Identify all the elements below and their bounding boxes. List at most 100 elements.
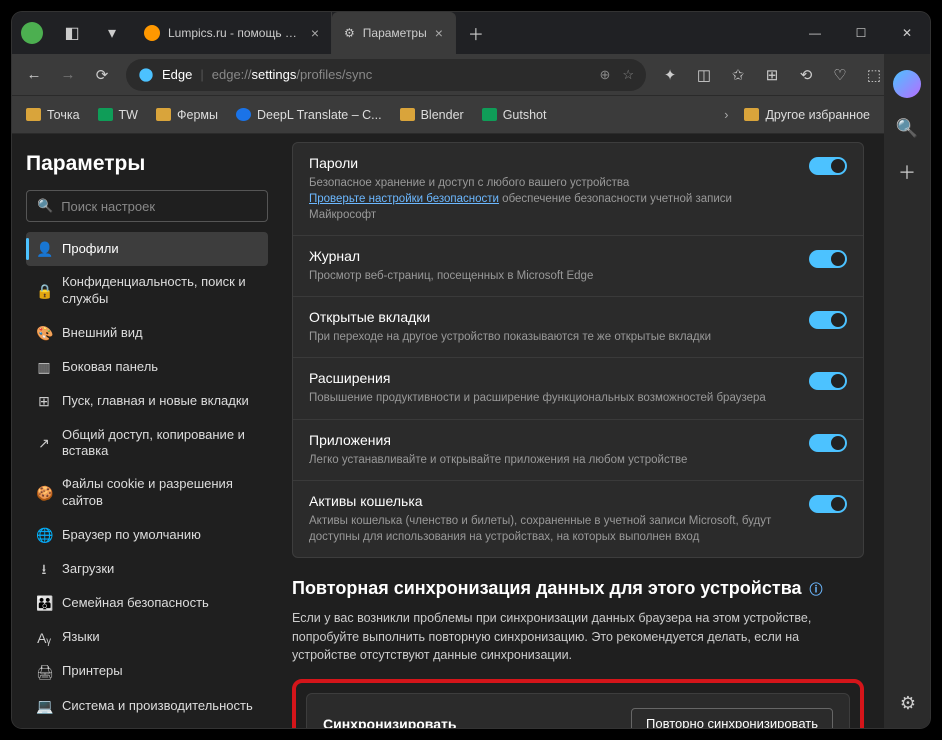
sidebar-item[interactable]: ⭳Загрузки (26, 552, 268, 586)
tab-title: Параметры (363, 26, 427, 40)
copilot-icon[interactable] (893, 70, 921, 98)
collections-icon[interactable]: ⊞ (762, 66, 782, 84)
gear-icon: ⚙ (344, 26, 355, 40)
search-icon[interactable]: ⊕ (599, 67, 610, 83)
sidebar-icon: 🌐 (36, 526, 52, 544)
sidebar-icon: 👪 (36, 594, 52, 612)
bookmark-item[interactable]: DeepL Translate – C... (236, 108, 382, 122)
sidebar-icon: 🎨 (36, 324, 52, 342)
search-icon: 🔍 (37, 198, 53, 214)
split-icon[interactable]: ◫ (694, 66, 714, 84)
sync-title: Расширения (309, 370, 797, 386)
sidebar-item[interactable]: ⊞Пуск, главная и новые вкладки (26, 384, 268, 418)
rewards-icon[interactable]: ♡ (830, 66, 850, 84)
extensions-icon[interactable]: ✦ (660, 66, 680, 84)
sidebar-icon: ⊞ (36, 392, 52, 410)
sidebar-icon: 🍪 (36, 484, 52, 502)
maximize-button[interactable]: ☐ (838, 12, 884, 54)
bookmark-item[interactable]: Точка (26, 108, 80, 122)
sidebar-item[interactable]: ▥Боковая панель (26, 350, 268, 384)
other-bookmarks[interactable]: Другое избранное (744, 108, 870, 122)
sync-desc: Просмотр веб-страниц, посещенных в Micro… (309, 268, 797, 284)
tab-settings[interactable]: ⚙ Параметры × (332, 12, 456, 54)
toggle-switch[interactable] (809, 495, 847, 513)
sidebar-icon: ⭳ (36, 560, 52, 578)
sync-row: Расширения Повышение продуктивности и рас… (293, 358, 863, 419)
toggle-switch[interactable] (809, 311, 847, 329)
toggle-switch[interactable] (809, 372, 847, 390)
sidebar-icon: 💻 (36, 697, 52, 715)
tab-actions-icon[interactable]: ▾ (92, 12, 132, 54)
resync-heading: Повторная синхронизация данных для этого… (292, 578, 864, 599)
sync-title: Приложения (309, 432, 797, 448)
brand-label: Edge (162, 67, 192, 82)
toggle-switch[interactable] (809, 250, 847, 268)
refresh-button[interactable]: ⟳ (92, 66, 112, 84)
sync-options: ПаролиБезопасное хранение и доступ с люб… (292, 142, 864, 558)
sidebar-icon: Aᵧ (36, 629, 52, 647)
settings-gear-icon[interactable]: ⚙ (900, 693, 916, 714)
sidebar-icon: ▥ (36, 358, 52, 376)
resync-button[interactable]: Повторно синхронизировать (631, 708, 833, 728)
sidebar-item[interactable]: 👤Профили (26, 232, 268, 266)
address-bar[interactable]: Edge | edge://settings/profiles/sync ⊕ ☆ (126, 59, 646, 91)
sidebar-item[interactable]: 💻Система и производительность (26, 689, 268, 723)
settings-search[interactable]: 🔍 Поиск настроек (26, 190, 268, 222)
toggle-switch[interactable] (809, 434, 847, 452)
sidebar-icon: 🖨 (36, 663, 52, 681)
sidebar-icon: 👤 (36, 240, 52, 258)
browser-essentials-icon[interactable]: ⬚ (864, 66, 884, 84)
sync-desc: Безопасное хранение и доступ с любого ва… (309, 175, 797, 223)
sync-row: ЖурналПросмотр веб-страниц, посещенных в… (293, 236, 863, 297)
bookmark-item[interactable]: Blender (400, 108, 464, 122)
bookmark-item[interactable]: Фермы (156, 108, 218, 122)
sidebar-item[interactable]: 🍪Файлы cookie и разрешения сайтов (26, 468, 268, 518)
info-icon[interactable]: ⓘ (810, 579, 823, 598)
sync-title: Активы кошелька (309, 493, 797, 509)
close-icon[interactable]: × (311, 25, 319, 41)
sidebar-item[interactable]: 🖨Принтеры (26, 655, 268, 689)
workspaces-icon[interactable]: ◧ (52, 12, 92, 54)
sync-desc: Повышение продуктивности и расширение фу… (309, 390, 797, 406)
sync-title: Открытые вкладки (309, 309, 797, 325)
sidebar-strip: 🔍 ＋ (884, 54, 930, 728)
edge-icon (138, 67, 154, 83)
security-link[interactable]: Проверьте настройки безопасности (309, 193, 499, 205)
bookmark-item[interactable]: TW (98, 108, 138, 122)
sidebar-icon: 🔒 (36, 282, 52, 300)
sidebar-item[interactable]: 🔒Конфиденциальность, поиск и службы (26, 266, 268, 316)
add-icon[interactable]: ＋ (898, 159, 916, 185)
sync-row: ПаролиБезопасное хранение и доступ с люб… (293, 143, 863, 236)
toolbar: ← → ⟳ Edge | edge://settings/profiles/sy… (12, 54, 930, 96)
sidebar-item[interactable]: 🎨Внешний вид (26, 316, 268, 350)
history-icon[interactable]: ⟲ (796, 66, 816, 84)
sync-row: Открытые вкладки При переходе на другое у… (293, 297, 863, 358)
minimize-button[interactable]: — (792, 12, 838, 54)
toggle-switch[interactable] (809, 157, 847, 175)
forward-button[interactable]: → (58, 66, 78, 83)
resync-highlight: Синхронизировать Повторно синхронизирова… (292, 679, 864, 728)
tab-lumpics[interactable]: Lumpics.ru - помощь с компью × (132, 12, 332, 54)
search-icon[interactable]: 🔍 (896, 118, 918, 139)
sidebar-item[interactable]: 👪Семейная безопасность (26, 586, 268, 620)
sidebar-item[interactable]: 🌐Браузер по умолчанию (26, 518, 268, 552)
sidebar-item[interactable]: AᵧЯзыки (26, 621, 268, 655)
profile-avatar[interactable] (12, 12, 52, 54)
sidebar-item[interactable]: ↺Сбросить настройки (26, 723, 268, 728)
close-button[interactable]: ✕ (884, 12, 930, 54)
sync-desc: При переходе на другое устройство показы… (309, 329, 797, 345)
page-title: Параметры (26, 152, 268, 176)
bookmark-item[interactable]: Gutshot (482, 108, 547, 122)
favorites-icon[interactable]: ✩ (728, 66, 748, 84)
sidebar-item[interactable]: ↗Общий доступ, копирование и вставка (26, 419, 268, 469)
close-icon[interactable]: × (435, 25, 443, 41)
favicon-icon (144, 25, 160, 41)
new-tab-button[interactable]: ＋ (456, 12, 496, 54)
star-icon[interactable]: ☆ (622, 67, 634, 83)
titlebar: ◧ ▾ Lumpics.ru - помощь с компью × ⚙ Пар… (12, 12, 930, 54)
back-button[interactable]: ← (24, 66, 44, 83)
resync-label: Синхронизировать (323, 716, 456, 728)
chevron-right-icon[interactable]: › (724, 108, 728, 122)
sidebar-icon: ↗ (36, 434, 52, 452)
sync-desc: Легко устанавливайте и открывайте прилож… (309, 452, 797, 468)
